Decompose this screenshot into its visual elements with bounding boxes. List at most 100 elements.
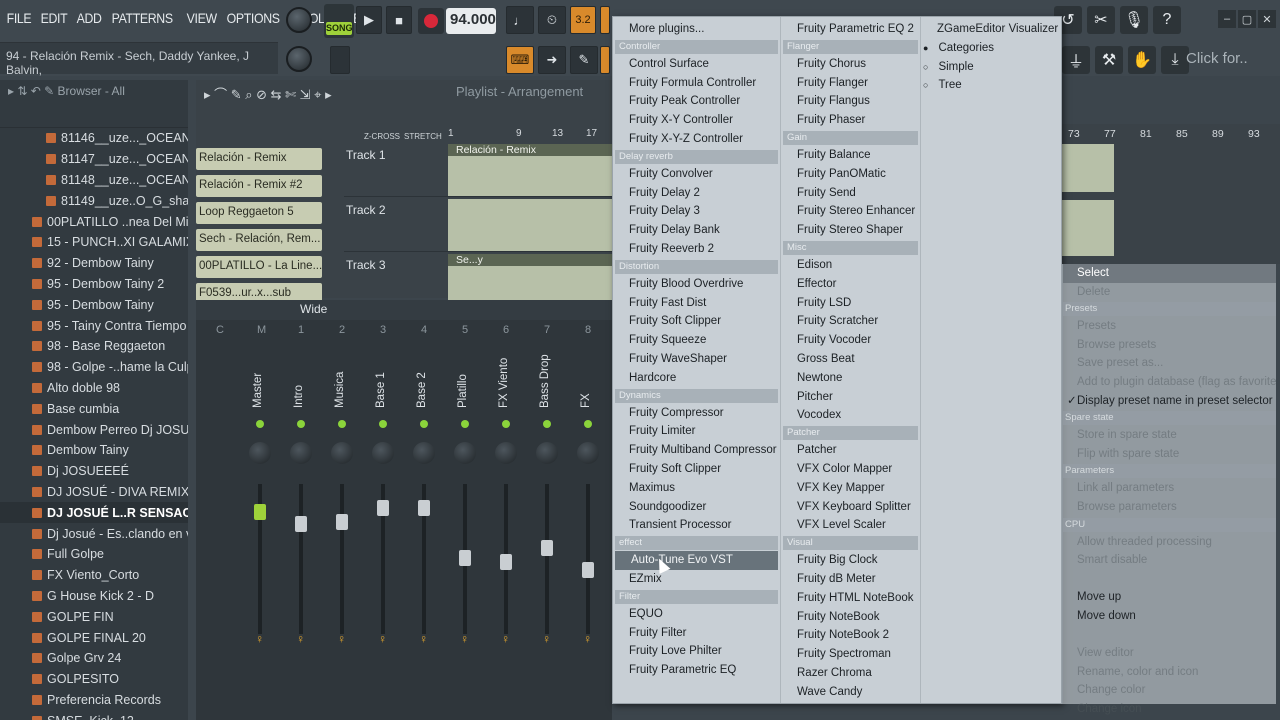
timeline-ruler[interactable]: 1 9 13 17	[448, 128, 612, 142]
context-menu-item[interactable]: Display preset name in preset selector	[1063, 392, 1276, 411]
zcross-label[interactable]: Z-CROSS	[364, 132, 400, 141]
menu-item[interactable]: Fruity Peak Controller	[613, 92, 780, 111]
menu-item[interactable]: Fruity Love Philter	[613, 642, 780, 661]
mixer-mode[interactable]: Wide	[300, 302, 327, 316]
mixer-fx-icon[interactable]: ♀	[583, 632, 592, 646]
menu-item[interactable]: Fruity Vocoder	[781, 331, 920, 350]
menu-item[interactable]: Wave Candy	[781, 683, 920, 702]
menu-item[interactable]: Fruity dB Meter	[781, 570, 920, 589]
browser-item[interactable]: GOLPE FINAL 20	[0, 627, 188, 648]
mixer-fader[interactable]	[295, 516, 307, 532]
mixer-strip[interactable]: Master ♀	[246, 344, 274, 714]
record-button[interactable]	[418, 8, 444, 34]
browser-item[interactable]: Golpe Grv 24	[0, 648, 188, 669]
browser-item[interactable]: Alto doble 98	[0, 378, 188, 399]
mixer-strip[interactable]: Base 1 ♀	[369, 344, 397, 714]
context-menu-item[interactable]: Move down	[1063, 607, 1276, 626]
mixer-fader[interactable]	[418, 500, 430, 516]
browser-item[interactable]: G House Kick 2 - D	[0, 586, 188, 607]
browser-item[interactable]: 81148__uze..._OCEANO_D	[0, 170, 188, 191]
menu-item[interactable]: Soundgoodizer	[613, 498, 780, 517]
metronome-button[interactable]: ♩	[506, 6, 534, 34]
menu-item[interactable]: Fruity Big Clock	[781, 551, 920, 570]
browser-item[interactable]: GOLPE FIN	[0, 606, 188, 627]
playlist-tools[interactable]: ▸ ⌒ ✎ ⌕ ⊘ ⇆ ✄ ⇲ ⌖ ▸	[204, 84, 332, 103]
menu-radio-option[interactable]: Categories	[921, 39, 1061, 58]
menu-item[interactable]: Fruity NoteBook	[781, 608, 920, 627]
menu-item[interactable]: Newtone	[781, 369, 920, 388]
mixer-strip-led[interactable]	[543, 420, 551, 428]
mixer-fx-icon[interactable]: ♀	[255, 632, 264, 646]
blend-notes-button[interactable]	[600, 6, 610, 34]
menu-item[interactable]: Fruity Formula Controller	[613, 74, 780, 93]
mixer-strip[interactable]: Platillo ♀	[451, 344, 479, 714]
browser-item[interactable]: GOLPESITO	[0, 669, 188, 690]
menu-item[interactable]: ZGameEditor Visualizer	[921, 20, 1061, 39]
menu-item[interactable]: Fruity Limiter	[613, 422, 780, 441]
mixer-fader[interactable]	[541, 540, 553, 556]
menu-item[interactable]: Maximus	[613, 479, 780, 498]
browser-item[interactable]: 92 - Dembow Tainy	[0, 253, 188, 274]
menu-item[interactable]: EQUO	[613, 605, 780, 624]
browser-item[interactable]: 95 - Tainy Contra Tiempo	[0, 315, 188, 336]
typing-keyboard-button[interactable]: ⌨	[506, 46, 534, 74]
menu-item[interactable]: Hardcore	[613, 369, 780, 388]
pattern-item[interactable]: Sech - Relación, Rem...	[196, 229, 322, 251]
pattern-song-toggle[interactable]: SONG	[324, 4, 354, 38]
menu-item[interactable]: VFX Key Mapper	[781, 479, 920, 498]
menu-item[interactable]: Fruity Parametric EQ 2	[781, 20, 920, 39]
mixer-strip-led[interactable]	[379, 420, 387, 428]
mixer-fx-icon[interactable]: ♀	[296, 632, 305, 646]
mixer-strip[interactable]: Bass Drop ♀	[533, 344, 561, 714]
browser-item[interactable]: DJ JOSUÉ - DIVA REMIX	[0, 482, 188, 503]
menu-item[interactable]: Razer Chroma	[781, 664, 920, 683]
menu-item[interactable]: Fruity Soft Clipper	[613, 460, 780, 479]
browser-item[interactable]: Base cumbia	[0, 398, 188, 419]
browser-item[interactable]: SMSE_Kick_12	[0, 710, 188, 720]
browser-item[interactable]: 81146__uze..._OCEANO_B	[0, 128, 188, 149]
mixer-strip[interactable]: FX Viento ♀	[492, 344, 520, 714]
mixer-fader[interactable]	[254, 504, 266, 520]
mixer-pan-knob[interactable]	[249, 442, 271, 464]
menu-item[interactable]: Fruity Delay 3	[613, 202, 780, 221]
menu-item[interactable]: Fruity NoteBook 2	[781, 626, 920, 645]
browser-item[interactable]: 95 - Dembow Tainy	[0, 294, 188, 315]
clip-right-2[interactable]	[1062, 200, 1114, 256]
mixer-strip-led[interactable]	[297, 420, 305, 428]
pitch-slider[interactable]	[330, 46, 350, 74]
download-button[interactable]: ⤓	[1161, 46, 1189, 74]
menu-item[interactable]: Gross Beat	[781, 350, 920, 369]
browser-item[interactable]: FX Viento_Corto	[0, 565, 188, 586]
menu-item[interactable]: Fruity Flangus	[781, 92, 920, 111]
browser-item[interactable]: 00PLATILLO ..nea Del Mix™	[0, 211, 188, 232]
menu-item[interactable]: VFX Level Scaler	[781, 516, 920, 535]
microphone-button[interactable]: 🎙	[1120, 6, 1148, 34]
menu-item[interactable]: Fruity Spectroman	[781, 645, 920, 664]
browser-item[interactable]: Full Golpe	[0, 544, 188, 565]
mixer-fx-icon[interactable]: ♀	[542, 632, 551, 646]
browser-item[interactable]: DJ JOSUÉ L..R SENSACION	[0, 502, 188, 524]
mixer-pan-knob[interactable]	[372, 442, 394, 464]
mixer-strip-led[interactable]	[256, 420, 264, 428]
menu-item[interactable]: Control Surface	[613, 55, 780, 74]
menu-item[interactable]: Fruity Scratcher	[781, 312, 920, 331]
audio-clip[interactable]: Relación - Remix	[448, 144, 612, 196]
mixer-pan-knob[interactable]	[495, 442, 517, 464]
mixer-strip-led[interactable]	[420, 420, 428, 428]
menu-item[interactable]: VFX Color Mapper	[781, 460, 920, 479]
mixer-fx-icon[interactable]: ♀	[501, 632, 510, 646]
menu-edit[interactable]: EDIT	[38, 8, 70, 32]
menu-item[interactable]: Fruity Chorus	[781, 55, 920, 74]
mixer-fader[interactable]	[336, 514, 348, 530]
pattern-item[interactable]: Relación - Remix #2	[196, 175, 322, 197]
mixer-fx-icon[interactable]: ♀	[337, 632, 346, 646]
browser-item[interactable]: Dj JOSUEEEÉ	[0, 461, 188, 482]
close-button[interactable]: ✕	[1258, 10, 1276, 28]
tempo-display[interactable]: 94.000	[446, 8, 496, 34]
menu-radio-option[interactable]: Simple	[921, 58, 1061, 77]
menu-item[interactable]: Fruity HTML NoteBook	[781, 589, 920, 608]
news-ticker[interactable]: Click for..	[1186, 50, 1248, 67]
mixer-strip[interactable]: FX ♀	[574, 344, 602, 714]
menu-item[interactable]: Fruity Delay 2	[613, 184, 780, 203]
menu-view[interactable]: VIEW	[184, 8, 219, 32]
